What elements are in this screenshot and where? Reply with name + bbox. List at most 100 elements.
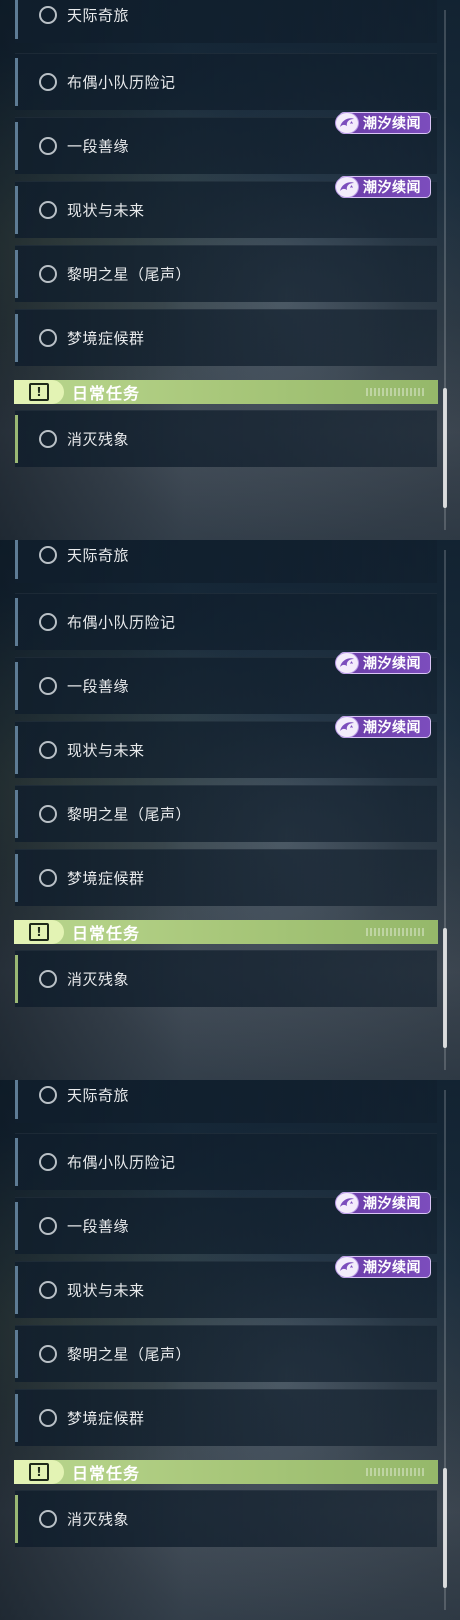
exclamation-box-icon: ! [29,1463,49,1481]
quest-status-circle-icon [39,546,57,564]
quest-status-circle-icon [39,1281,57,1299]
quest-status-circle-icon [39,970,57,988]
daily-quest-row[interactable]: 消灭残象 [15,950,437,1007]
daily-section-title: 日常任务 [72,1464,141,1483]
tide-swirl-icon [335,652,359,674]
quest-title: 黎明之星（尾声） [67,805,192,824]
tide-continuation-tag: 潮汐续闻 [335,1192,431,1214]
quest-title: 黎明之星（尾声） [67,1345,192,1364]
quest-status-circle-icon [39,73,57,91]
quest-status-circle-icon [39,1217,57,1235]
tag-label: 潮汐续闻 [363,1260,421,1276]
quest-row[interactable]: 梦境症候群 [15,849,437,906]
tide-continuation-tag: 潮汐续闻 [335,1256,431,1278]
quest-row[interactable]: 一段善缘 潮汐续闻 [15,652,437,714]
quest-row[interactable]: 一段善缘 潮汐续闻 [15,112,437,174]
quest-title: 梦境症候群 [67,869,145,888]
quest-title: 天际奇旅 [67,546,130,565]
quest-panel: 天际奇旅 布偶小队历险记 一段善缘 潮汐续闻 现状与未来 潮汐续闻 黎明之星（尾… [0,1080,460,1620]
quest-row[interactable]: 一段善缘 潮汐续闻 [15,1192,437,1254]
daily-badge: ! [14,1460,64,1484]
quest-title: 现状与未来 [67,201,145,220]
quest-title: 现状与未来 [67,1281,145,1300]
quest-status-circle-icon [39,1345,57,1363]
quest-title: 布偶小队历险记 [67,613,176,632]
tide-continuation-tag: 潮汐续闻 [335,652,431,674]
quest-title: 消灭残象 [67,430,130,449]
quest-title: 现状与未来 [67,741,145,760]
quest-status-circle-icon [39,805,57,823]
quest-status-circle-icon [39,1510,57,1528]
exclamation-box-icon: ! [29,923,49,941]
quest-row[interactable]: 梦境症候群 [15,309,437,366]
quest-row[interactable]: 黎明之星（尾声） [15,785,437,842]
quest-row[interactable]: 梦境症候群 [15,1389,437,1446]
quest-status-circle-icon [39,6,57,24]
quest-status-circle-icon [39,137,57,155]
quest-status-circle-icon [39,201,57,219]
quest-title: 布偶小队历险记 [67,1153,176,1172]
quest-status-circle-icon [39,1086,57,1104]
tide-swirl-icon [335,1256,359,1278]
quest-row[interactable]: 现状与未来 潮汐续闻 [15,1256,437,1318]
quest-status-circle-icon [39,265,57,283]
quest-row[interactable]: 天际奇旅 [15,0,437,43]
tide-continuation-tag: 潮汐续闻 [335,176,431,198]
tide-swirl-icon [335,176,359,198]
quest-panel: 天际奇旅 布偶小队历险记 一段善缘 潮汐续闻 现状与未来 潮汐续闻 黎明之星（尾… [0,0,460,540]
tide-continuation-tag: 潮汐续闻 [335,716,431,738]
quest-title: 布偶小队历险记 [67,73,176,92]
tag-label: 潮汐续闻 [363,720,421,736]
quest-row[interactable]: 现状与未来 潮汐续闻 [15,176,437,238]
header-hatch-decoration [366,388,424,396]
quest-title: 梦境症候群 [67,329,145,348]
scrollbar-thumb[interactable] [443,1468,447,1588]
quest-title: 梦境症候群 [67,1409,145,1428]
quest-row[interactable]: 天际奇旅 [15,540,437,583]
scrollbar-thumb[interactable] [443,388,447,508]
quest-status-circle-icon [39,741,57,759]
quest-title: 消灭残象 [67,970,130,989]
quest-row[interactable]: 布偶小队历险记 [15,593,437,650]
tide-swirl-icon [335,1192,359,1214]
quest-status-circle-icon [39,430,57,448]
header-hatch-decoration [366,1468,424,1476]
tag-label: 潮汐续闻 [363,1196,421,1212]
tag-label: 潮汐续闻 [363,116,421,132]
exclamation-box-icon: ! [29,383,49,401]
quest-status-circle-icon [39,1153,57,1171]
quest-title: 天际奇旅 [67,1086,130,1105]
scrollbar-thumb[interactable] [443,928,447,1048]
quest-status-circle-icon [39,329,57,347]
quest-status-circle-icon [39,613,57,631]
quest-status-circle-icon [39,677,57,695]
tide-swirl-icon [335,716,359,738]
header-hatch-decoration [366,928,424,936]
quest-title: 消灭残象 [67,1510,130,1529]
tide-swirl-icon [335,112,359,134]
tide-continuation-tag: 潮汐续闻 [335,112,431,134]
daily-badge: ! [14,920,64,944]
daily-quest-row[interactable]: 消灭残象 [15,1490,437,1547]
quest-row[interactable]: 布偶小队历险记 [15,53,437,110]
tag-label: 潮汐续闻 [363,180,421,196]
daily-section-header[interactable]: ! 日常任务 [14,1460,438,1484]
quest-row[interactable]: 现状与未来 潮汐续闻 [15,716,437,778]
quest-title: 一段善缘 [67,137,130,156]
daily-quest-row[interactable]: 消灭残象 [15,410,437,467]
daily-section-header[interactable]: ! 日常任务 [14,380,438,404]
daily-section-title: 日常任务 [72,384,141,403]
quest-row[interactable]: 布偶小队历险记 [15,1133,437,1190]
quest-title: 一段善缘 [67,1217,130,1236]
quest-title: 一段善缘 [67,677,130,696]
quest-title: 天际奇旅 [67,6,130,25]
daily-badge: ! [14,380,64,404]
quest-row[interactable]: 天际奇旅 [15,1080,437,1123]
quest-row[interactable]: 黎明之星（尾声） [15,1325,437,1382]
quest-panel: 天际奇旅 布偶小队历险记 一段善缘 潮汐续闻 现状与未来 潮汐续闻 黎明之星（尾… [0,540,460,1080]
quest-status-circle-icon [39,869,57,887]
tag-label: 潮汐续闻 [363,656,421,672]
quest-row[interactable]: 黎明之星（尾声） [15,245,437,302]
daily-section-header[interactable]: ! 日常任务 [14,920,438,944]
quest-title: 黎明之星（尾声） [67,265,192,284]
